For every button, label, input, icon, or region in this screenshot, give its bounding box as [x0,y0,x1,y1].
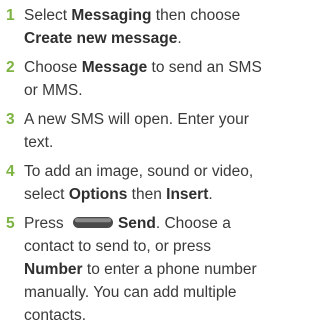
step-text-run: . [177,30,182,47]
step-text-run: Choose [24,59,82,76]
bold-term: Create new message [24,30,178,47]
bold-term: Number [24,261,83,278]
step-item: 5 Press Send. Choose a contact to send to… [6,212,265,327]
step-text-run: then [127,186,167,203]
bold-term: Insert [166,186,209,203]
step-item: 4 To add an image, sound or video, select… [6,160,265,206]
steps-list: 1 Select Messaging then choose Create new… [6,4,265,327]
step-number: 1 [6,7,15,24]
step-item: 1 Select Messaging then choose Create new… [6,4,265,50]
step-item: 2 Choose Message to send an SMS or MMS. [6,56,265,102]
step-number: 4 [6,163,15,180]
instructions-page: 1 Select Messaging then choose Create new… [0,0,271,324]
step-item: 3 A new SMS will open. Enter your text. [6,108,265,154]
step-text: A new SMS will open. Enter your text. [24,108,265,154]
step-text-run: then choose [151,7,241,24]
step-text: To add an image, sound or video, select … [24,160,265,206]
step-text-run: Select [24,7,72,24]
bold-term: Message [81,59,148,76]
step-text-run: . [208,186,213,203]
bold-term: Send [117,215,156,232]
step-text-run: Press [24,215,68,232]
step-number: 5 [6,215,15,232]
step-number: 2 [6,59,15,76]
step-text: Select Messaging then choose Create new … [24,4,265,50]
step-number: 3 [6,111,15,128]
bold-term: Messaging [71,7,152,24]
step-text: Press Send. Choose a contact to send to,… [24,212,265,327]
soft-key-icon [72,216,114,229]
step-text-run: A new SMS will open. Enter your text. [24,111,249,151]
step-text: Choose Message to send an SMS or MMS. [24,56,265,102]
bold-term: Options [68,186,128,203]
